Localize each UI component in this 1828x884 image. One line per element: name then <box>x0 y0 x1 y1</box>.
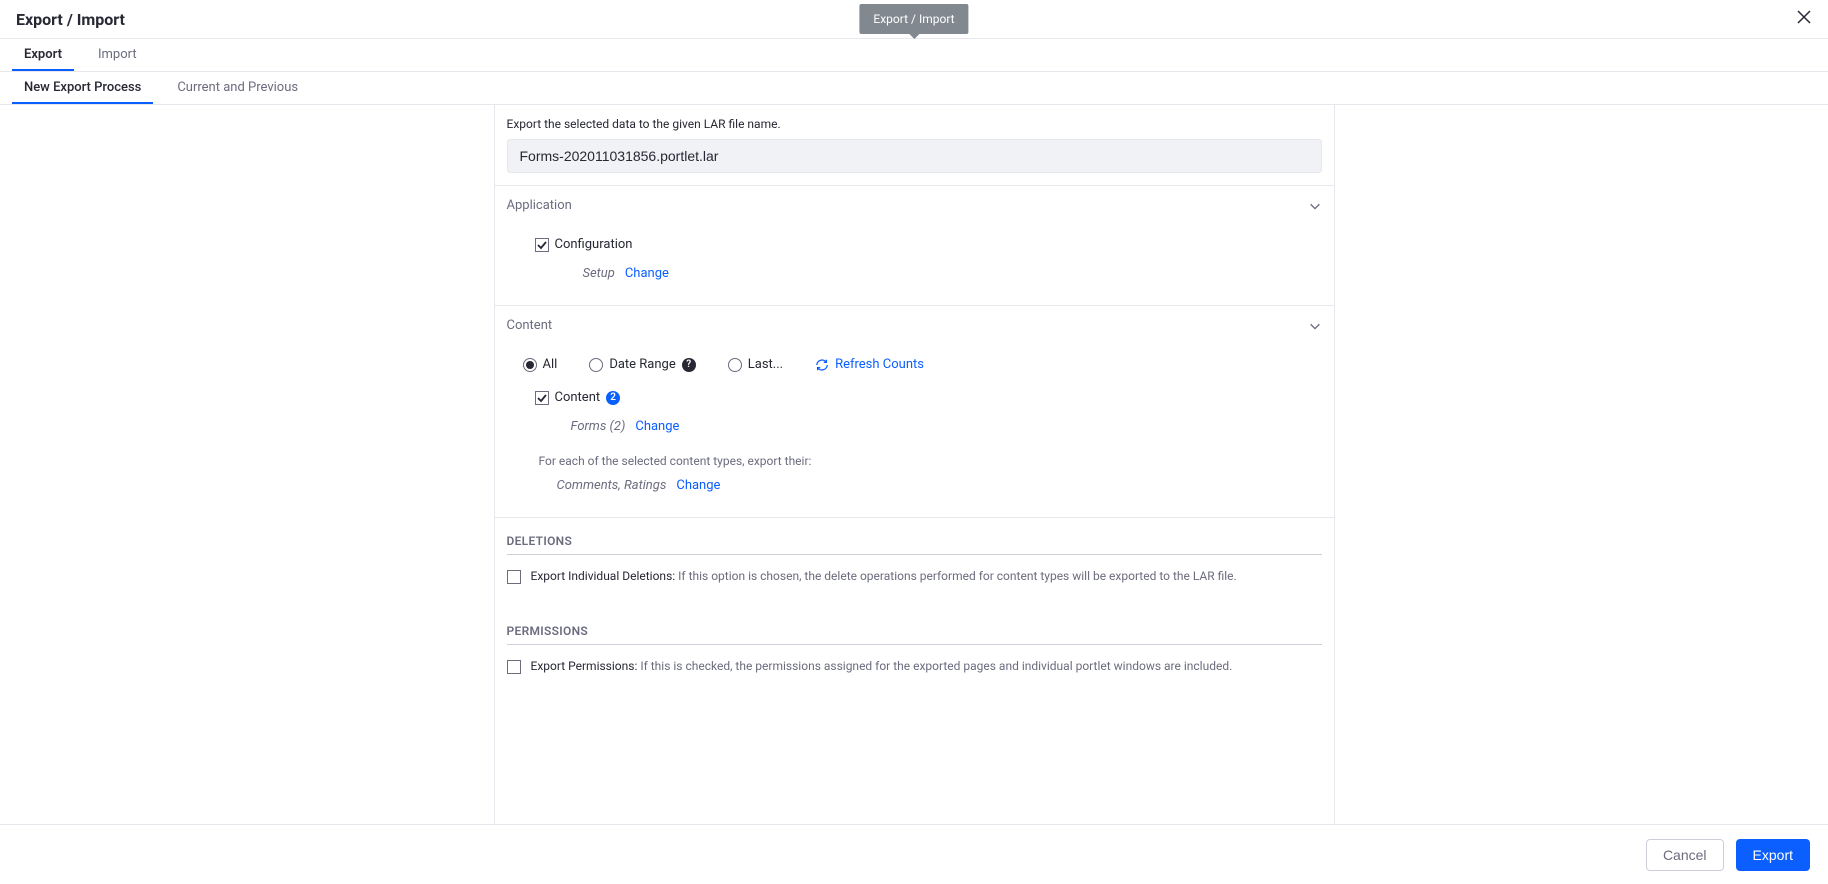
export-deletions-checkbox-row[interactable]: Export Individual Deletions: If this opt… <box>507 569 1322 584</box>
main-content: Export the selected data to the given LA… <box>0 105 1828 824</box>
forms-row: Forms (2) Change <box>523 419 1322 434</box>
filename-input[interactable] <box>507 139 1322 173</box>
chevron-down-icon <box>1308 319 1322 333</box>
setup-label: Setup <box>583 266 615 281</box>
content-body: All Date Range ? Last... <box>495 345 1334 518</box>
application-header[interactable]: Application <box>495 186 1334 225</box>
forms-label: Forms (2) <box>571 419 626 434</box>
tab-current-and-previous[interactable]: Current and Previous <box>165 72 310 104</box>
configuration-checkbox-row[interactable]: Configuration <box>535 237 1322 252</box>
permissions-text: Export Permissions: If this is checked, … <box>531 659 1233 673</box>
page-title: Export / Import <box>16 10 125 29</box>
content-scope-radios: All Date Range ? Last... <box>523 357 1322 372</box>
comments-row: Comments, Ratings Change <box>523 478 1322 493</box>
export-permissions-checkbox-row[interactable]: Export Permissions: If this is checked, … <box>507 659 1322 674</box>
tabs-primary: Export Import <box>0 39 1828 72</box>
deletions-section: DELETIONS Export Individual Deletions: I… <box>495 518 1334 596</box>
filename-section: Export the selected data to the given LA… <box>495 105 1334 186</box>
configuration-label: Configuration <box>555 237 633 252</box>
content-count-badge: 2 <box>606 391 620 405</box>
content-title: Content <box>507 318 553 333</box>
checkbox-checked-icon <box>535 391 549 405</box>
checkbox-unchecked-icon <box>507 660 521 674</box>
content-checkbox-label: Content <box>555 390 601 405</box>
checkbox-checked-icon <box>535 238 549 252</box>
radio-all[interactable]: All <box>523 357 558 372</box>
setup-change-link[interactable]: Change <box>625 266 669 281</box>
cancel-button[interactable]: Cancel <box>1646 839 1724 871</box>
content-checkbox-row[interactable]: Content 2 <box>535 390 1322 405</box>
radio-last[interactable]: Last... <box>728 357 783 372</box>
tabs-secondary: New Export Process Current and Previous <box>0 72 1828 105</box>
modal-footer: Cancel Export <box>0 824 1828 884</box>
application-body: Configuration Setup Change <box>495 225 1334 306</box>
export-panel: Export the selected data to the given LA… <box>494 105 1335 824</box>
setup-row: Setup Change <box>535 266 1322 281</box>
tab-new-export-process[interactable]: New Export Process <box>12 72 153 104</box>
permissions-section: PERMISSIONS Export Permissions: If this … <box>495 596 1334 686</box>
export-button[interactable]: Export <box>1736 839 1810 871</box>
deletions-title: DELETIONS <box>507 534 1322 555</box>
refresh-icon <box>815 358 829 372</box>
forms-change-link[interactable]: Change <box>635 419 679 434</box>
tab-export[interactable]: Export <box>12 39 74 71</box>
filename-label: Export the selected data to the given LA… <box>507 117 1322 131</box>
tab-import[interactable]: Import <box>86 39 149 71</box>
comments-change-link[interactable]: Change <box>676 478 720 493</box>
radio-date-range[interactable]: Date Range ? <box>589 357 695 372</box>
close-icon[interactable] <box>1796 8 1812 28</box>
chevron-down-icon <box>1308 199 1322 213</box>
refresh-counts-link[interactable]: Refresh Counts <box>815 357 924 372</box>
comments-label: Comments, Ratings <box>557 478 667 493</box>
application-title: Application <box>507 198 572 213</box>
content-info-text: For each of the selected content types, … <box>523 454 1322 468</box>
deletions-text: Export Individual Deletions: If this opt… <box>531 569 1237 583</box>
permissions-title: PERMISSIONS <box>507 624 1322 645</box>
help-icon[interactable]: ? <box>682 358 696 372</box>
tooltip: Export / Import <box>859 4 968 34</box>
checkbox-unchecked-icon <box>507 570 521 584</box>
content-header[interactable]: Content <box>495 306 1334 345</box>
modal-header: Export / Import Export / Import <box>0 0 1828 39</box>
